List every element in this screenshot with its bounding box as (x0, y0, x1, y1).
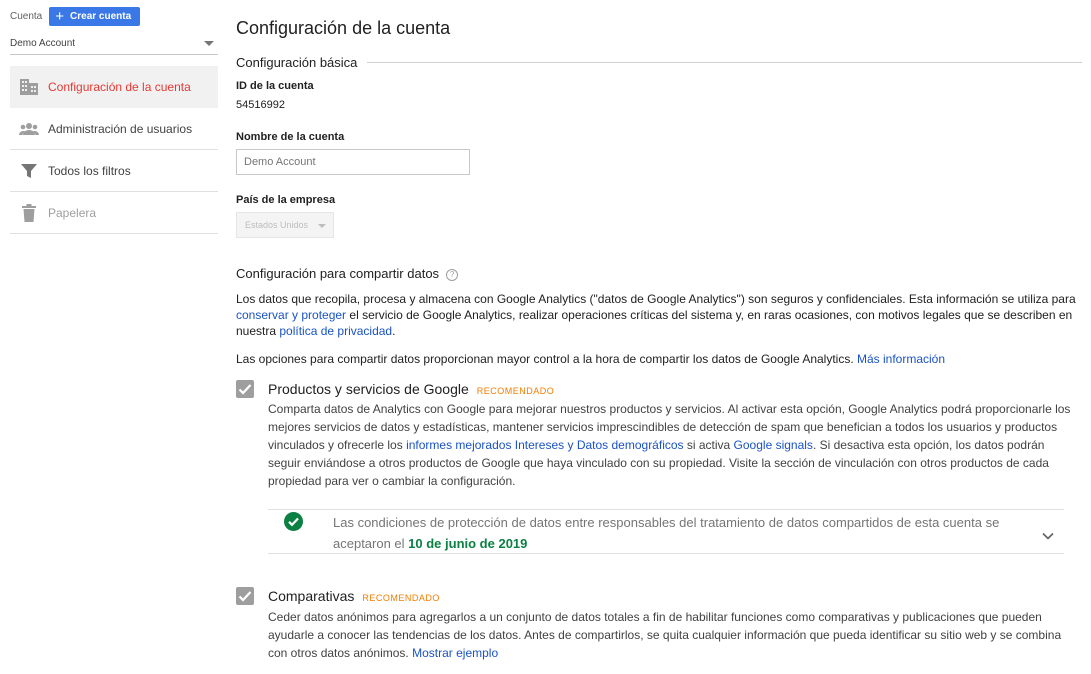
basic-section-header: Configuración básica (236, 55, 1082, 70)
sidebar-item-label: Configuración de la cuenta (48, 80, 191, 94)
terms-accepted-date: 10 de junio de 2019 (408, 536, 528, 551)
plus-icon: + (55, 8, 65, 25)
country-select[interactable]: Estados Unidos (236, 212, 334, 238)
create-account-button[interactable]: + Crear cuenta (49, 7, 141, 26)
sidebar-item-all-filters[interactable]: Todos los filtros (10, 150, 218, 192)
demographics-reports-link[interactable]: informes mejorados Intereses y Datos dem… (406, 438, 683, 452)
account-id-value: 54516992 (236, 99, 285, 111)
intro-text: . (392, 324, 396, 338)
options-info-text: Las opciones para compartir datos propor… (236, 352, 857, 366)
terms-text: Las condiciones de protección de datos e… (333, 512, 1013, 554)
page-title: Configuración de la cuenta (236, 18, 451, 38)
account-label: Cuenta (10, 11, 43, 22)
show-example-link[interactable]: Mostrar ejemplo (412, 646, 498, 660)
account-name-input[interactable] (236, 149, 470, 175)
sidebar-item-label: Todos los filtros (48, 163, 131, 178)
data-sharing-title-text: Configuración para compartir datos (236, 266, 440, 281)
sidebar-nav: Configuración de la cuenta Administració… (10, 66, 218, 234)
sidebar-item-account-settings[interactable]: Configuración de la cuenta (10, 66, 218, 108)
account-name-label: Nombre de la cuenta (236, 131, 345, 143)
check-icon (238, 384, 252, 395)
country-select-value: Estados Unidos (245, 220, 309, 230)
data-sharing-intro: Los datos que recopila, procesa y almace… (236, 291, 1082, 339)
account-id-label: ID de la cuenta (236, 80, 314, 92)
data-protection-terms-accordion[interactable]: Las condiciones de protección de datos e… (268, 509, 1064, 554)
google-products-checkbox[interactable] (236, 380, 254, 398)
benchmarking-checkbox[interactable] (236, 587, 254, 605)
option-title-text: Productos y servicios de Google (268, 381, 469, 397)
google-products-title: Productos y servicios de Google RECOMEND… (268, 381, 554, 397)
recommended-badge: RECOMENDADO (476, 386, 555, 396)
more-info-link[interactable]: Más información (857, 352, 945, 366)
help-icon[interactable]: ? (446, 268, 459, 281)
benchmarking-description: Ceder datos anónimos para agregarlos a u… (268, 608, 1078, 662)
check-circle-icon (284, 512, 303, 536)
conserve-protect-link[interactable]: conservar y proteger (236, 308, 346, 322)
country-label: País de la empresa (236, 194, 336, 206)
create-account-label: Crear cuenta (70, 11, 132, 22)
sidebar-item-trash[interactable]: Papelera (10, 192, 218, 234)
google-signals-link[interactable]: Google signals (734, 438, 813, 452)
section-divider (367, 62, 1082, 63)
dropdown-caret-icon (204, 41, 214, 46)
sidebar-item-user-management[interactable]: Administración de usuarios (10, 108, 218, 150)
filter-icon (10, 163, 48, 179)
sidebar-item-label: Administración de usuarios (48, 121, 193, 136)
account-select-value: Demo Account (10, 38, 76, 49)
chevron-down-icon[interactable] (1042, 527, 1054, 545)
option-desc-text: Ceder datos anónimos para agregarlos a u… (268, 610, 1062, 660)
option-desc-text: si activa (683, 438, 734, 452)
data-sharing-section-title: Configuración para compartir datos ? (236, 266, 459, 281)
dropdown-caret-icon (318, 224, 326, 228)
check-icon (238, 591, 252, 602)
google-products-description: Comparta datos de Analytics con Google p… (268, 400, 1078, 490)
sidebar-item-label: Papelera (48, 205, 97, 220)
option-title-text: Comparativas (268, 588, 355, 604)
account-select[interactable]: Demo Account (10, 35, 218, 55)
sidebar: Cuenta + Crear cuenta Demo Account Confi… (0, 0, 226, 674)
basic-section-title: Configuración básica (236, 55, 358, 70)
account-header: Cuenta + Crear cuenta (10, 7, 141, 26)
privacy-policy-link[interactable]: política de privacidad (279, 324, 392, 338)
building-icon (10, 78, 48, 96)
trash-icon (10, 203, 48, 222)
recommended-badge: RECOMENDADO (362, 593, 440, 603)
intro-text: Los datos que recopila, procesa y almace… (236, 292, 1076, 306)
benchmarking-title: Comparativas RECOMENDADO (268, 588, 440, 604)
users-icon (10, 122, 48, 136)
data-sharing-options-info: Las opciones para compartir datos propor… (236, 351, 1082, 367)
